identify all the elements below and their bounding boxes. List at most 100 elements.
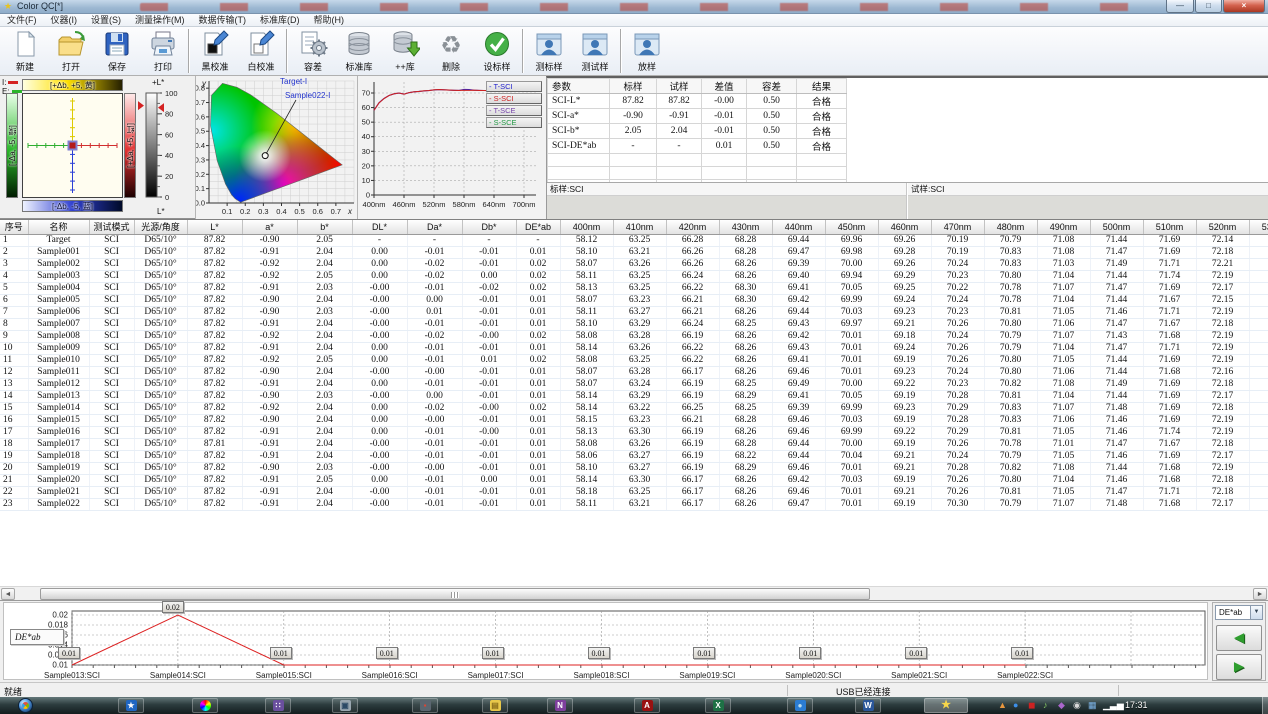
taskbar-app-onenote[interactable]: N bbox=[547, 698, 573, 713]
svg-text:y: y bbox=[201, 79, 207, 88]
cie-diagram: 0.10.20.30.40.50.60.70.00.10.20.30.40.50… bbox=[196, 76, 357, 221]
table-row[interactable]: 13Sample012SCID65/10°87.82-0.912.040.00-… bbox=[0, 378, 1268, 390]
toolbar-button-打印[interactable]: 打印 bbox=[140, 28, 186, 74]
measurement-table[interactable]: 序号名称测试模式光源/角度L*a*b*DL*Da*Db*DE*ab400nm41… bbox=[0, 220, 1268, 511]
legend-item-S-SCI[interactable]: - S-SCI bbox=[486, 93, 542, 104]
menu-item-3[interactable]: 测量操作(M) bbox=[128, 14, 192, 27]
taskbar-app-pdf-reader[interactable]: A bbox=[634, 698, 660, 713]
table-row[interactable]: 16Sample015SCID65/10°87.82-0.902.040.00-… bbox=[0, 414, 1268, 426]
pinned-app-remote-icon: ▪ bbox=[420, 700, 431, 711]
tray-updater-icon[interactable]: ▲ bbox=[998, 700, 1007, 711]
table-row[interactable]: 8Sample007SCID65/10°87.82-0.912.04-0.00-… bbox=[0, 318, 1268, 330]
chevron-down-icon[interactable]: ▼ bbox=[1250, 606, 1262, 619]
taskbar-pinned-app-star[interactable]: ★ bbox=[118, 698, 144, 713]
table-row[interactable]: 7Sample006SCID65/10°87.82-0.902.03-0.000… bbox=[0, 306, 1268, 318]
windows-taskbar: ★ ∷ ▣ ▪ ▤ N A X ● W ★ ▲ ● ◼ ♪ ◆ ◉ ▦ ▁▃▅ 17:31 bbox=[0, 697, 1268, 714]
svg-text:20: 20 bbox=[165, 172, 173, 181]
scroll-left-button[interactable]: ◄ bbox=[1, 588, 15, 600]
menu-item-6[interactable]: 帮助(H) bbox=[307, 14, 352, 27]
table-row[interactable]: 14Sample013SCID65/10°87.82-0.902.03-0.00… bbox=[0, 390, 1268, 402]
scrollbar-thumb[interactable] bbox=[40, 588, 870, 600]
menu-item-4[interactable]: 数据传输(T) bbox=[192, 14, 254, 27]
results-row: SCI-L*87.8287.82-0.000.50合格 bbox=[548, 94, 847, 109]
restore-button[interactable]: □ bbox=[1195, 0, 1222, 13]
svg-text:0.01: 0.01 bbox=[52, 661, 68, 670]
horizontal-scrollbar[interactable]: ◄ ► bbox=[0, 586, 1268, 600]
tray-messenger-icon[interactable]: ● bbox=[1013, 700, 1018, 711]
table-row[interactable]: 20Sample019SCID65/10°87.82-0.902.03-0.00… bbox=[0, 462, 1268, 474]
menu-item-2[interactable]: 设置(S) bbox=[84, 14, 128, 27]
previous-page-button[interactable]: ◄ bbox=[1216, 625, 1262, 651]
tray-signal-icon[interactable]: ▁▃▅ bbox=[1103, 700, 1124, 711]
toolbar-button-++库[interactable]: ++库 bbox=[382, 28, 428, 74]
title-bar[interactable]: ★ Color QC[*] — □ × bbox=[0, 0, 1268, 14]
taskbar-app-explorer[interactable]: ▤ bbox=[482, 698, 508, 713]
taskbar-app-word[interactable]: W bbox=[855, 698, 881, 713]
person-icon bbox=[534, 29, 564, 59]
table-row[interactable]: 23Sample022SCID65/10°87.82-0.912.04-0.00… bbox=[0, 498, 1268, 510]
legend-item-T-SCE[interactable]: - T-SCE bbox=[486, 105, 542, 116]
table-row[interactable]: 15Sample014SCID65/10°87.82-0.922.040.00-… bbox=[0, 402, 1268, 414]
tray-network-lan-icon[interactable]: ▦ bbox=[1088, 700, 1097, 711]
taskbar-pinned-app-purple[interactable]: ∷ bbox=[265, 698, 291, 713]
table-row[interactable]: 6Sample005SCID65/10°87.82-0.902.04-0.000… bbox=[0, 294, 1268, 306]
toolbar-button-白校准[interactable]: 白校准 bbox=[238, 28, 284, 74]
taskbar-clock[interactable]: 17:31 bbox=[1125, 700, 1148, 710]
menu-item-5[interactable]: 标准库(D) bbox=[253, 14, 307, 27]
close-button[interactable]: × bbox=[1223, 0, 1265, 13]
app-window: ★ Color QC[*] — □ × 文件(F)仪器(I)设置(S)测量操作(… bbox=[0, 0, 1268, 714]
taskbar-pinned-app-window[interactable]: ▣ bbox=[332, 698, 358, 713]
table-row[interactable]: 4Sample003SCID65/10°87.82-0.922.050.00-0… bbox=[0, 270, 1268, 282]
toolbar-button-容差[interactable]: 容差 bbox=[290, 28, 336, 74]
show-desktop-button[interactable] bbox=[1262, 697, 1268, 714]
menu-item-1[interactable]: 仪器(I) bbox=[44, 14, 85, 27]
taskbar-app-browser[interactable]: ● bbox=[787, 698, 813, 713]
toolbar-separator bbox=[522, 29, 524, 73]
parameter-select[interactable]: DE*ab▼ bbox=[1215, 605, 1263, 620]
legend-item-T-SCI[interactable]: - T-SCI bbox=[486, 81, 542, 92]
taskbar-app-color-qc-active[interactable]: ★ bbox=[924, 698, 968, 713]
tray-volume-icon[interactable]: ◉ bbox=[1073, 700, 1081, 711]
table-row[interactable]: 11Sample010SCID65/10°87.82-0.922.050.00-… bbox=[0, 354, 1268, 366]
scroll-right-button[interactable]: ► bbox=[1253, 588, 1267, 600]
table-row[interactable]: 10Sample009SCID65/10°87.82-0.912.040.00-… bbox=[0, 342, 1268, 354]
svg-text:Sample022:SCI: Sample022:SCI bbox=[997, 671, 1053, 680]
table-row[interactable]: 17Sample016SCID65/10°87.82-0.912.040.00-… bbox=[0, 426, 1268, 438]
table-row[interactable]: 18Sample017SCID65/10°87.81-0.912.04-0.00… bbox=[0, 438, 1268, 450]
menu-bar: 文件(F)仪器(I)设置(S)测量操作(M)数据传输(T)标准库(D)帮助(H) bbox=[0, 14, 1268, 27]
legend-item-S-SCE[interactable]: - S-SCE bbox=[486, 117, 542, 128]
table-row[interactable]: 3Sample002SCID65/10°87.82-0.922.040.00-0… bbox=[0, 258, 1268, 270]
next-page-button[interactable]: ► bbox=[1216, 654, 1262, 680]
table-row[interactable]: 21Sample020SCID65/10°87.82-0.912.050.00-… bbox=[0, 474, 1268, 486]
taskbar-app-excel[interactable]: X bbox=[705, 698, 731, 713]
toolbar-button-删除[interactable]: ♻ 删除 bbox=[428, 28, 474, 74]
taskbar-pinned-app-color-wheel[interactable] bbox=[192, 698, 218, 713]
table-row[interactable]: 2Sample001SCID65/10°87.82-0.912.040.00-0… bbox=[0, 246, 1268, 258]
minimize-button[interactable]: — bbox=[1166, 0, 1194, 13]
de-trend-panel: 0.020.0180.0160.0140.0120.01Sample013:SC… bbox=[0, 600, 1268, 682]
toolbar-button-标准库[interactable]: 标准库 bbox=[336, 28, 382, 74]
table-row[interactable]: 9Sample008SCID65/10°87.82-0.922.04-0.00-… bbox=[0, 330, 1268, 342]
table-row[interactable]: 19Sample018SCID65/10°87.82-0.912.04-0.00… bbox=[0, 450, 1268, 462]
svg-text:40: 40 bbox=[165, 151, 173, 160]
toolbar-button-测试样[interactable]: 测试样 bbox=[572, 28, 618, 74]
menu-item-0[interactable]: 文件(F) bbox=[0, 14, 44, 27]
toolbar-button-保存[interactable]: 保存 bbox=[94, 28, 140, 74]
tray-graphics-icon[interactable]: ◆ bbox=[1058, 700, 1065, 711]
table-row[interactable]: 5Sample004SCID65/10°87.82-0.912.03-0.00-… bbox=[0, 282, 1268, 294]
toolbar-button-设标样[interactable]: 设标样 bbox=[474, 28, 520, 74]
taskbar-pinned-app-remote[interactable]: ▪ bbox=[412, 698, 438, 713]
table-row[interactable]: 22Sample021SCID65/10°87.82-0.912.04-0.00… bbox=[0, 486, 1268, 498]
toolbar-button-黑校准[interactable]: 黑校准 bbox=[192, 28, 238, 74]
table-row[interactable]: 12Sample011SCID65/10°87.82-0.902.04-0.00… bbox=[0, 366, 1268, 378]
toolbar-button-放样[interactable]: 放样 bbox=[624, 28, 670, 74]
tray-pdf-icon[interactable]: ◼ bbox=[1028, 700, 1035, 711]
toolbar-button-测标样[interactable]: 测标样 bbox=[526, 28, 572, 74]
start-button[interactable] bbox=[18, 698, 33, 713]
tray-audio-device-icon[interactable]: ♪ bbox=[1043, 700, 1048, 711]
svg-text:♻: ♻ bbox=[440, 32, 462, 59]
toolbar-button-新建[interactable]: 新建 bbox=[2, 28, 48, 74]
toolbar-button-打开[interactable]: 打开 bbox=[48, 28, 94, 74]
table-row[interactable]: 1TargetSCID65/10°87.82-0.902.05----58.12… bbox=[0, 234, 1268, 246]
database-icon bbox=[344, 29, 374, 59]
